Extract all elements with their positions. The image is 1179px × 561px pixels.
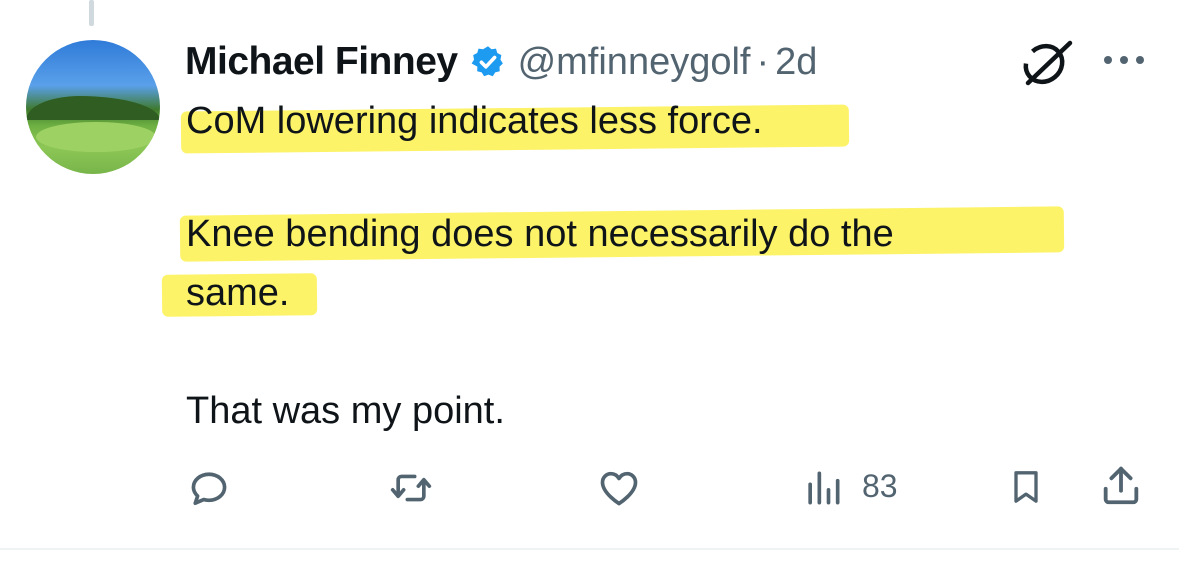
tweet-time[interactable]: 2d bbox=[775, 41, 817, 84]
tweet-header: Michael Finney @mfinneygolf · 2d bbox=[185, 36, 817, 88]
heart-icon[interactable] bbox=[596, 466, 642, 510]
avatar[interactable] bbox=[26, 40, 160, 174]
thread-connector-line bbox=[89, 0, 94, 26]
tweet-text-line-3: same. bbox=[186, 272, 290, 314]
tweet-text-line-1: CoM lowering indicates less force. bbox=[186, 100, 763, 142]
author-handle[interactable]: @mfinneygolf bbox=[518, 41, 751, 84]
share-icon[interactable] bbox=[1098, 462, 1144, 508]
grok-icon[interactable] bbox=[1018, 40, 1074, 86]
avatar-trees bbox=[26, 96, 160, 120]
tweet-divider bbox=[0, 548, 1179, 550]
views-icon[interactable] bbox=[800, 466, 846, 510]
reply-icon[interactable] bbox=[186, 466, 232, 510]
avatar-green bbox=[36, 122, 156, 152]
more-options-icon[interactable] bbox=[1100, 50, 1148, 70]
tweet-text-line-4: That was my point. bbox=[186, 390, 505, 432]
author-name[interactable]: Michael Finney bbox=[185, 40, 458, 84]
bookmark-icon[interactable] bbox=[1006, 464, 1046, 510]
tweet-text-line-2: Knee bending does not necessarily do the bbox=[186, 213, 894, 255]
verified-badge-icon[interactable] bbox=[470, 44, 506, 80]
separator-dot: · bbox=[756, 40, 770, 83]
views-count: 83 bbox=[862, 468, 898, 504]
retweet-icon[interactable] bbox=[386, 466, 436, 510]
